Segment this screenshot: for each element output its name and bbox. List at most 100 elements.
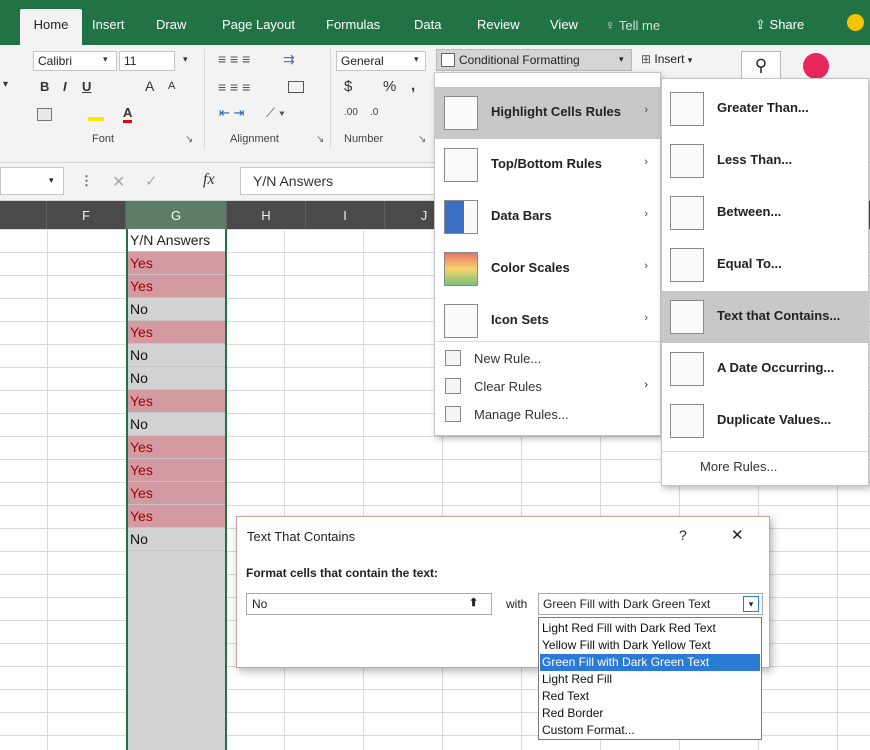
column-g-cell[interactable]: Yes (128, 436, 225, 459)
column-g-cell[interactable]: No (128, 344, 225, 367)
column-header-h[interactable]: H (227, 201, 306, 229)
submenu-item-text-that-contains[interactable]: Text that Contains... (662, 291, 868, 343)
conditional-formatting-button[interactable]: Conditional Formatting ▾ (436, 49, 632, 71)
font-size-select[interactable]: 11 (119, 51, 175, 71)
menu-item-top-bottom-rules[interactable]: Top/Bottom Rules › (435, 139, 660, 191)
increase-decimal-icon[interactable]: .00 (344, 107, 358, 118)
menu-item-new-rule[interactable]: New Rule... (435, 347, 660, 371)
sensitivity-icon[interactable] (803, 53, 829, 79)
column-header-i[interactable]: I (306, 201, 385, 229)
submenu-item-equal-to[interactable]: Equal To... (662, 239, 868, 291)
column-g-selection[interactable]: Y/N Answers Yes Yes No Yes No No Yes No Yes Yes Ye… (126, 229, 227, 750)
submenu-item-between[interactable]: Between... (662, 187, 868, 239)
paste-chevron-icon[interactable]: ▾ (3, 79, 8, 90)
grow-font-button[interactable]: A (145, 78, 154, 94)
tab-data[interactable]: Data (414, 17, 441, 32)
chevron-down-icon[interactable]: ▾ (103, 54, 108, 65)
column-g-cell[interactable]: No (128, 413, 225, 436)
column-header-g[interactable]: G (126, 201, 227, 229)
tab-insert[interactable]: Insert (92, 17, 125, 32)
greater-than-icon (670, 92, 704, 126)
smiley-feedback-icon[interactable] (847, 14, 864, 31)
number-format-select[interactable]: General (336, 51, 426, 71)
column-g-cell[interactable]: No (128, 298, 225, 321)
menu-item-data-bars[interactable]: Data Bars › (435, 191, 660, 243)
close-button[interactable]: ✕ (731, 526, 744, 544)
shrink-font-button[interactable]: A (168, 80, 175, 92)
indent-icon[interactable]: ⇤ ⇥ (219, 105, 244, 121)
format-option[interactable]: Custom Format... (540, 722, 760, 739)
menu-item-clear-rules[interactable]: Clear Rules › (435, 375, 660, 399)
column-g-cell[interactable]: Yes (128, 505, 225, 528)
tab-page-layout[interactable]: Page Layout (222, 17, 295, 32)
cancel-entry-icon[interactable]: ✕ (112, 172, 125, 192)
format-option[interactable]: Red Text (540, 688, 760, 705)
borders-icon[interactable] (37, 108, 52, 121)
fill-color-icon[interactable] (88, 107, 104, 121)
collapse-dialog-icon[interactable]: ⬆ (469, 596, 478, 609)
submenu-item-duplicate-values[interactable]: Duplicate Values... (662, 395, 868, 447)
orientation-icon[interactable]: ⟋ ▾ (266, 105, 285, 121)
bold-button[interactable]: B (40, 79, 49, 94)
tab-home[interactable]: Home (20, 9, 82, 45)
format-option[interactable]: Green Fill with Dark Green Text (540, 654, 760, 671)
menu-item-manage-rules[interactable]: Manage Rules... (435, 403, 660, 427)
dialog-launcher-icon[interactable]: ↘ (185, 134, 193, 145)
tab-view[interactable]: View (550, 17, 578, 32)
confirm-entry-icon[interactable]: ✓ (145, 172, 158, 190)
submenu-item-date-occurring[interactable]: A Date Occurring... (662, 343, 868, 395)
align-top-icon[interactable]: ≡ ≡ ≡ (218, 51, 250, 67)
name-box[interactable]: ▾ (0, 167, 64, 195)
tab-review[interactable]: Review (477, 17, 520, 32)
italic-button[interactable]: I (63, 79, 67, 94)
column-g-cell[interactable]: No (128, 528, 225, 551)
menu-item-color-scales[interactable]: Color Scales › (435, 243, 660, 295)
chevron-down-icon[interactable]: ▾ (414, 54, 419, 65)
submenu-more-rules[interactable]: More Rules... (700, 459, 777, 474)
align-left-icon[interactable]: ≡ ≡ ≡ (218, 79, 250, 95)
currency-button[interactable]: $ (344, 78, 352, 95)
chevron-down-icon[interactable]: ▾ (183, 54, 188, 65)
tab-formulas[interactable]: Formulas (326, 17, 380, 32)
menu-item-icon-sets[interactable]: Icon Sets › (435, 295, 660, 347)
column-g-header-cell[interactable]: Y/N Answers (128, 229, 225, 252)
column-header-f[interactable]: F (47, 201, 126, 229)
format-select[interactable]: Green Fill with Dark Green Text (538, 593, 763, 615)
dialog-launcher-icon[interactable]: ↘ (418, 134, 426, 145)
column-g-cell[interactable]: Yes (128, 459, 225, 482)
help-button[interactable]: ? (679, 527, 687, 543)
more-options-icon[interactable]: ⋮ (80, 173, 93, 189)
tab-draw[interactable]: Draw (156, 17, 186, 32)
format-option[interactable]: Red Border (540, 705, 760, 722)
merge-center-icon[interactable] (288, 81, 304, 93)
percent-button[interactable]: % (383, 78, 396, 95)
wrap-text-icon[interactable]: ⇉ (283, 51, 295, 68)
chevron-down-icon: ▾ (49, 175, 54, 185)
column-g-cell[interactable]: No (128, 367, 225, 390)
column-g-cell[interactable]: Yes (128, 482, 225, 505)
submenu-item-less-than[interactable]: Less Than... (662, 135, 868, 187)
tell-me-search[interactable]: ♀ Tell me (605, 17, 660, 33)
decrease-decimal-icon[interactable]: .0 (370, 107, 378, 118)
menu-item-highlight-cells-rules[interactable]: Highlight Cells Rules › (435, 87, 660, 139)
font-color-button[interactable]: A (123, 105, 133, 123)
underline-button[interactable]: U (82, 79, 91, 94)
select-all-corner[interactable] (0, 201, 47, 229)
column-g-cell[interactable]: Yes (128, 321, 225, 344)
submenu-item-greater-than[interactable]: Greater Than... (662, 83, 868, 135)
share-button[interactable]: ⇪ Share (755, 17, 804, 33)
formula-input[interactable]: Y/N Answers (240, 167, 440, 195)
chevron-down-icon[interactable]: ▾ (743, 596, 759, 612)
comma-button[interactable]: , (411, 77, 415, 94)
column-g-cell[interactable]: Yes (128, 390, 225, 413)
format-option[interactable]: Light Red Fill with Dark Red Text (540, 620, 760, 637)
insert-cells-button[interactable]: ⊞ Insert ▾ (641, 52, 692, 66)
column-g-cell[interactable]: Yes (128, 252, 225, 275)
text-contains-icon (670, 300, 704, 334)
column-g-cell[interactable]: Yes (128, 275, 225, 298)
contains-text-input[interactable]: No (246, 593, 492, 615)
format-option[interactable]: Light Red Fill (540, 671, 760, 688)
dialog-launcher-icon[interactable]: ↘ (316, 134, 324, 145)
format-option[interactable]: Yellow Fill with Dark Yellow Text (540, 637, 760, 654)
insert-function-button[interactable]: fx (203, 171, 215, 189)
